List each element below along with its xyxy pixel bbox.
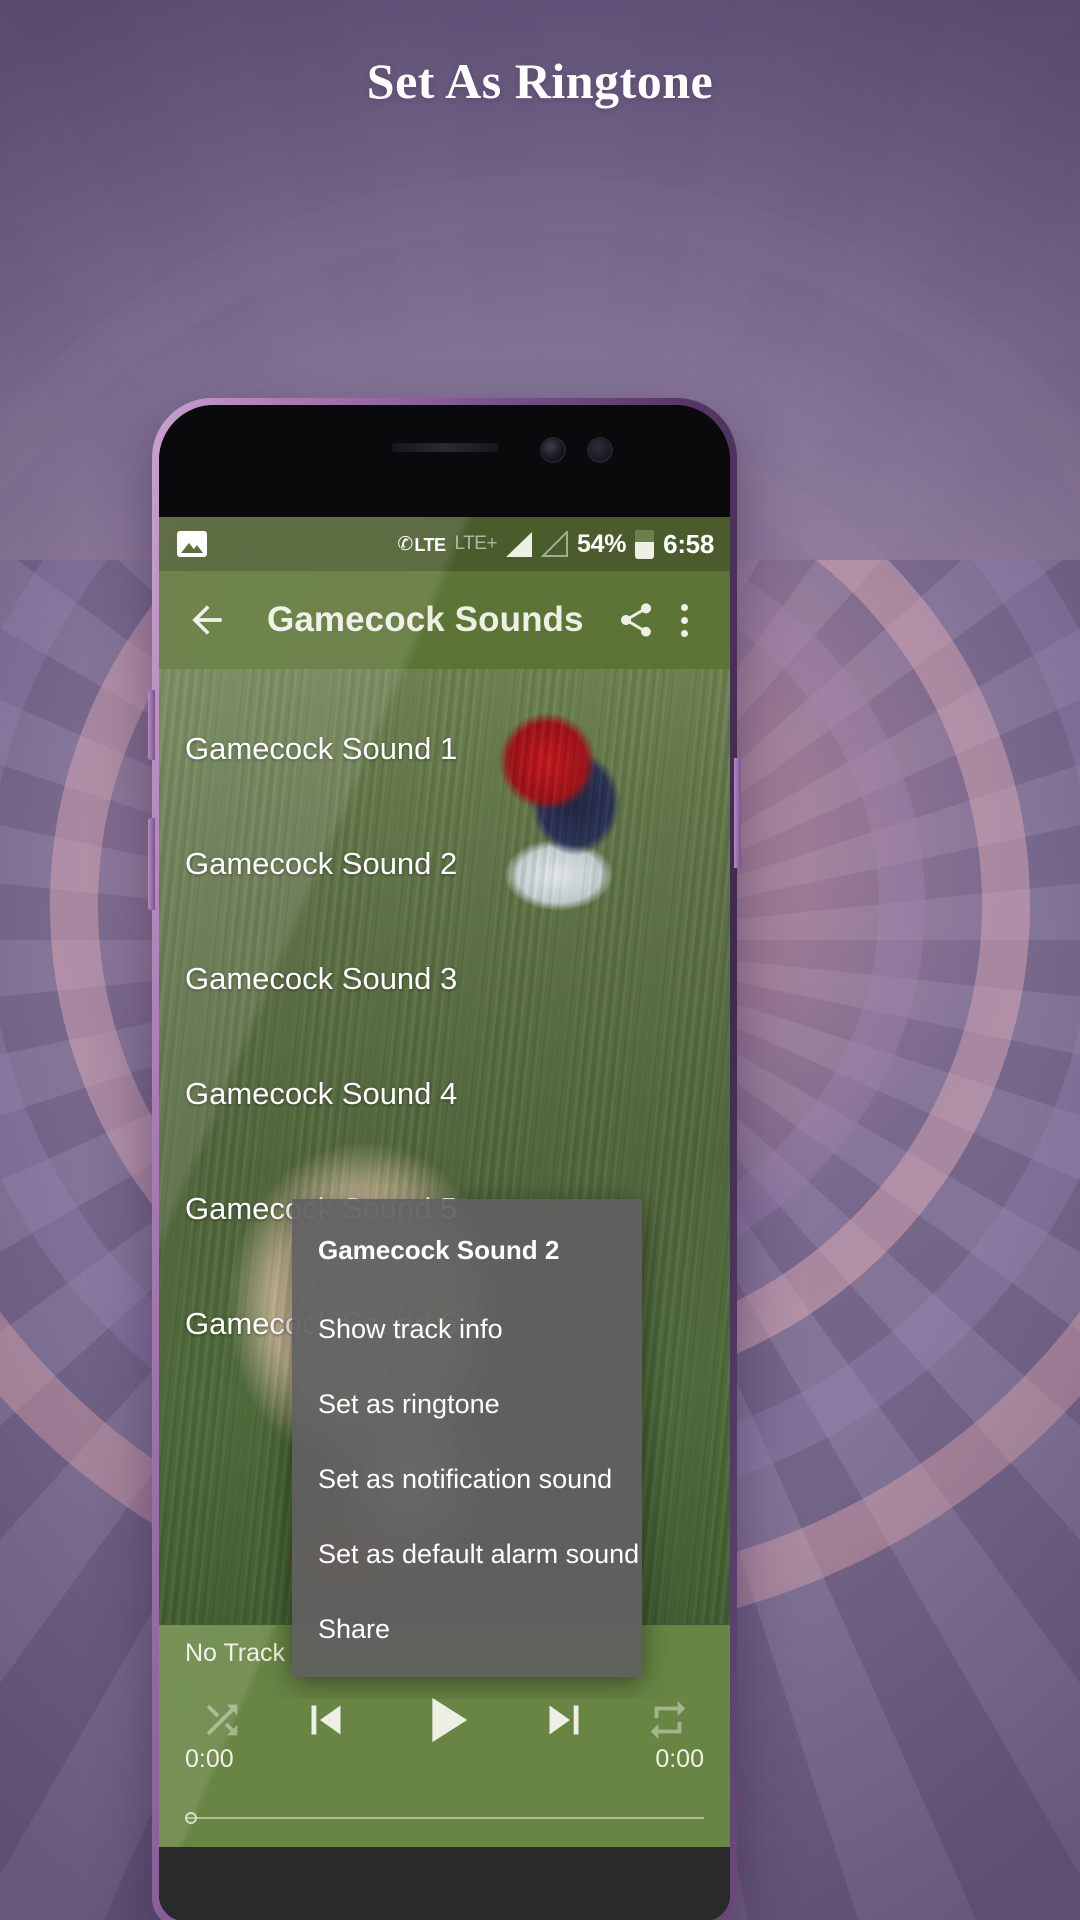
phone-volume-button (148, 690, 155, 760)
list-item[interactable]: Gamecock Sound 2 (159, 806, 730, 921)
volte-icon: ✆ LTE (397, 533, 446, 555)
context-menu: Gamecock Sound 2 Show track info Set as … (292, 1199, 642, 1677)
shuffle-icon[interactable] (199, 1697, 245, 1743)
network-label: LTE+ (454, 533, 498, 554)
share-icon[interactable] (612, 596, 660, 644)
phone-screen: ✆ LTE LTE+ 54% 6:58 Gamecock Sounds Game… (159, 517, 730, 1920)
page-title: Set As Ringtone (366, 53, 714, 109)
status-bar-clock: 6:58 (663, 528, 714, 559)
player-seek-bar[interactable] (185, 1811, 704, 1825)
phone-body: ✆ LTE LTE+ 54% 6:58 Gamecock Sounds Game… (159, 405, 730, 1920)
android-navigation-bar (159, 1847, 730, 1920)
player-time-elapsed: 0:00 (185, 1745, 234, 1773)
seek-track (185, 1817, 704, 1819)
front-camera (542, 439, 564, 461)
phone-assistant-button (148, 818, 155, 910)
list-item-label: Gamecock Sound 3 (185, 960, 458, 996)
overflow-dots (680, 603, 688, 637)
list-item-label: Gamecock Sound 4 (185, 1075, 458, 1111)
seek-thumb[interactable] (185, 1812, 197, 1824)
toolbar-title: Gamecock Sounds (267, 600, 584, 639)
image-icon (177, 531, 207, 557)
repeat-icon[interactable] (645, 1697, 691, 1743)
menu-item-share[interactable]: Share (292, 1592, 642, 1667)
app-toolbar: Gamecock Sounds (159, 571, 730, 669)
menu-item-set-as-ringtone[interactable]: Set as ringtone (292, 1367, 642, 1442)
list-item[interactable]: Gamecock Sound 1 (159, 691, 730, 806)
status-bar: ✆ LTE LTE+ 54% 6:58 (159, 517, 730, 571)
list-item[interactable]: Gamecock Sound 4 (159, 1036, 730, 1151)
signal-full-icon (506, 531, 533, 557)
status-bar-left (177, 531, 397, 557)
phone-top-bezel (159, 405, 730, 517)
signal-empty-icon (541, 531, 569, 557)
player-time-total: 0:00 (655, 1745, 704, 1773)
volte-label: LTE (414, 534, 446, 555)
player-controls (159, 1677, 730, 1763)
menu-item-set-as-default-alarm-sound[interactable]: Set as default alarm sound (292, 1517, 642, 1592)
earpiece-speaker (390, 443, 499, 452)
battery-percent: 54% (577, 529, 627, 558)
list-item-label: Gamecock Sound 1 (185, 730, 458, 766)
phone-power-button (734, 758, 741, 868)
sound-list-container: Gamecock Sound 1 Gamecock Sound 2 Gameco… (159, 669, 730, 1699)
back-arrow-icon[interactable] (185, 598, 229, 642)
iris-sensor (589, 439, 611, 461)
skip-previous-icon[interactable] (297, 1691, 355, 1749)
context-menu-title: Gamecock Sound 2 (318, 1235, 560, 1265)
phone-mockup: ✆ LTE LTE+ 54% 6:58 Gamecock Sounds Game… (152, 398, 737, 1920)
player-track-title: No Track (185, 1639, 286, 1667)
phone-glyph: ✆ (397, 533, 414, 555)
list-item[interactable]: Gamecock Sound 3 (159, 921, 730, 1036)
overflow-menu-icon[interactable] (660, 596, 708, 644)
menu-item-show-track-info[interactable]: Show track info (292, 1292, 642, 1367)
battery-icon (635, 529, 655, 559)
skip-next-icon[interactable] (535, 1691, 593, 1749)
menu-item-set-as-notification-sound[interactable]: Set as notification sound (292, 1442, 642, 1517)
list-item-label: Gamecock Sound 2 (185, 845, 458, 881)
status-bar-right: ✆ LTE LTE+ 54% 6:58 (397, 529, 714, 560)
play-icon[interactable] (407, 1682, 483, 1758)
